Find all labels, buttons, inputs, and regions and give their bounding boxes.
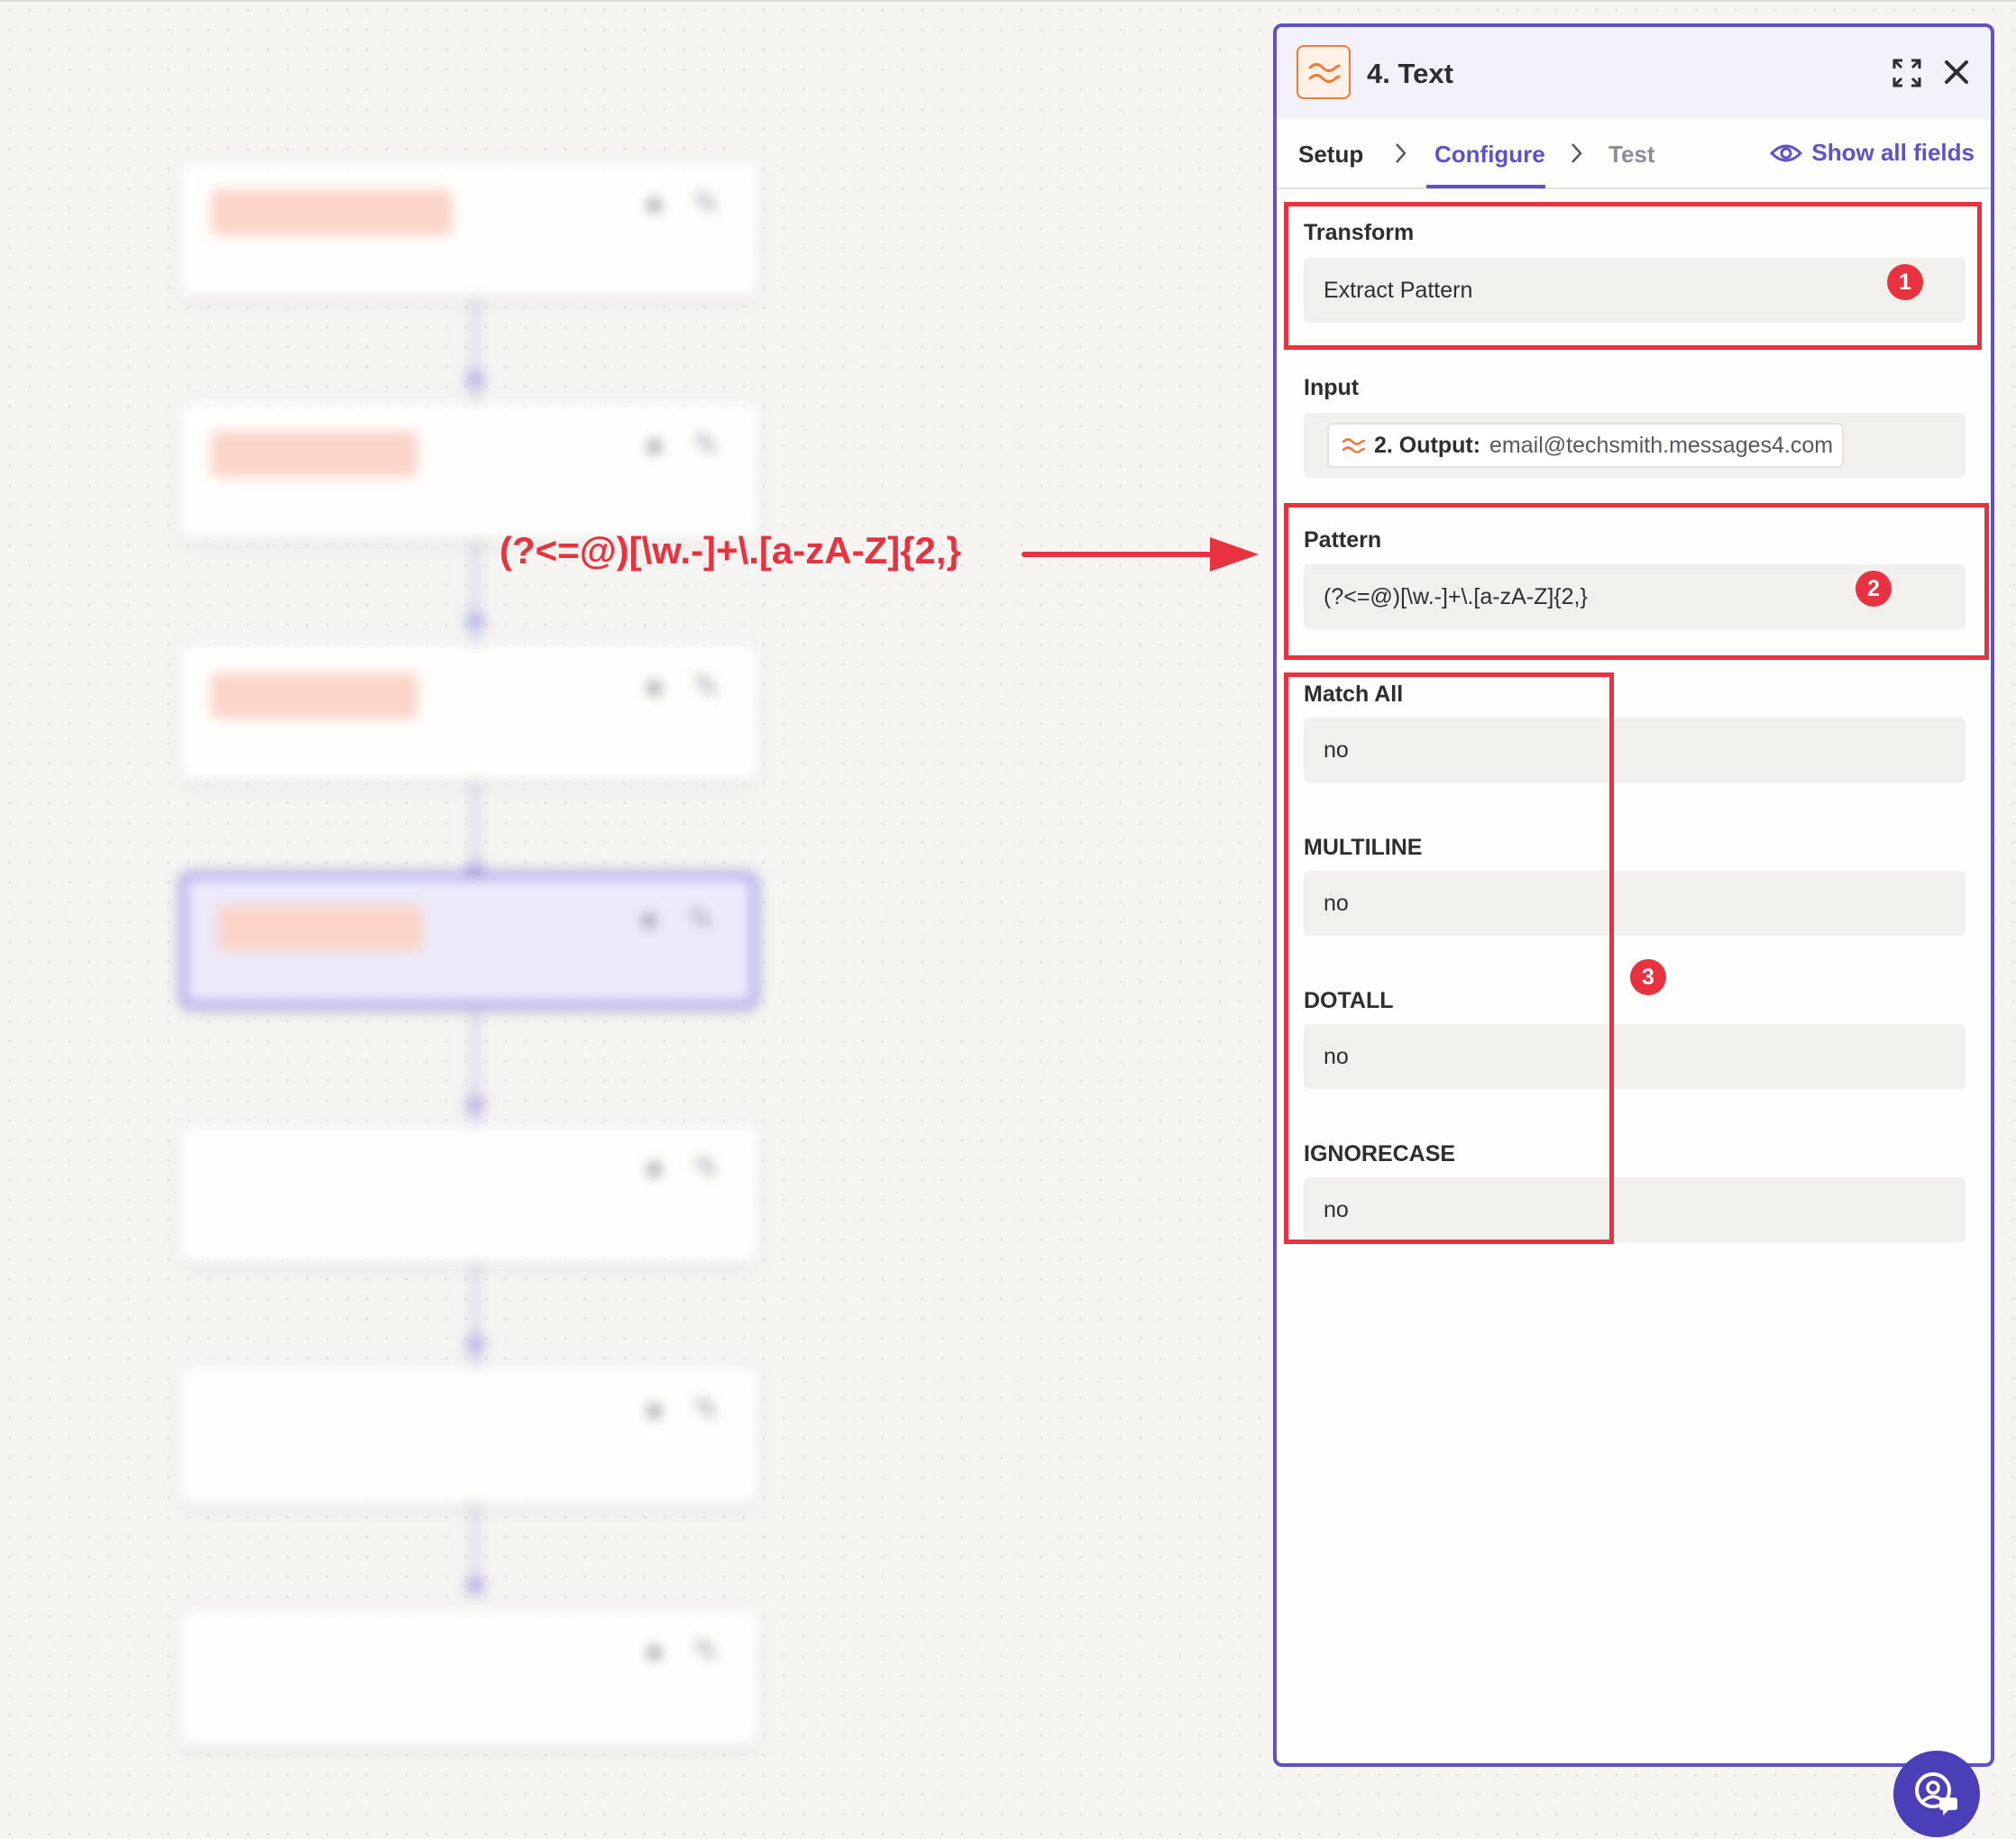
workflow-step-card[interactable]: ● ✎ (180, 1610, 757, 1745)
step-title-blurred (211, 1154, 332, 1200)
workflow-step-card[interactable]: ● ✎ (180, 162, 757, 297)
step-actions-icon: ● ✎ (645, 670, 730, 704)
panel-header: 4. Text (1277, 27, 1991, 119)
annotation-box-options (1284, 672, 1614, 1244)
annotation-box-transform (1284, 202, 1982, 350)
tab-configure[interactable]: Configure (1434, 141, 1545, 169)
step-subtitle-blurred (211, 493, 727, 524)
active-tab-indicator (1426, 185, 1545, 188)
support-chat-icon (1915, 1772, 1957, 1816)
input-chip-value: email@techsmith.messages4.com (1489, 433, 1834, 458)
panel-tabs: Setup Configure Test Show all fields (1277, 119, 1991, 189)
step-actions-icon: ● ✎ (645, 1634, 730, 1669)
step-title-blurred (211, 672, 417, 718)
step-actions-icon: ● ✎ (645, 187, 730, 221)
tab-test[interactable]: Test (1608, 141, 1655, 169)
workflow-step-card[interactable]: ● ✎ (180, 404, 757, 539)
step-title-blurred (211, 431, 417, 477)
workflow-step-card[interactable]: ● ✎ (180, 1127, 757, 1262)
step-title-blurred (216, 905, 423, 951)
panel-title: 4. Text (1367, 58, 1453, 89)
workflow-step-card[interactable]: ● ✎ (180, 645, 757, 781)
step-actions-icon: ● ✎ (645, 428, 730, 462)
workflow-step-card-active[interactable]: ● ✎ (180, 873, 757, 1008)
annotation-badge-3: 3 (1630, 959, 1666, 995)
step-actions-icon: ● ✎ (645, 1151, 730, 1185)
text-transform-icon (1342, 438, 1365, 453)
show-all-fields-button[interactable]: Show all fields (1770, 139, 1975, 167)
step-title-blurred (211, 189, 452, 235)
connector-dot (465, 1576, 485, 1596)
step-subtitle-blurred (211, 1458, 727, 1488)
step-title-blurred (211, 1637, 332, 1683)
chevron-right-icon (1396, 143, 1407, 163)
expand-icon[interactable] (1892, 58, 1922, 88)
input-chip-key: 2. Output: (1374, 433, 1481, 458)
input-field[interactable]: 2. Output: email@techsmith.messages4.com (1304, 413, 1966, 478)
step-actions-icon: ● ✎ (645, 1393, 730, 1427)
step-subtitle-blurred (211, 1699, 727, 1730)
show-all-fields-label: Show all fields (1811, 139, 1975, 166)
connector-dot (465, 1094, 485, 1114)
input-label: Input (1304, 375, 1360, 400)
connector-dot (465, 611, 485, 631)
text-transform-icon (1297, 45, 1351, 99)
annotation-badge-2: 2 (1856, 571, 1892, 607)
step-subtitle-blurred (216, 967, 721, 998)
pattern-annotation-text: (?<=@)[\w.-]+\.[a-zA-Z]{2,} (499, 529, 961, 572)
close-icon[interactable] (1944, 59, 1969, 85)
annotation-badge-1: 1 (1887, 264, 1923, 300)
eye-icon (1770, 144, 1803, 161)
step-subtitle-blurred (211, 735, 727, 765)
step-actions-icon: ● ✎ (639, 902, 725, 937)
annotation-arrow-icon (1022, 537, 1259, 572)
workflow-canvas: ● ✎ ● ✎ ● ✎ ● ✎ ● ✎ ● ✎ ● ✎ (0, 0, 1262, 1839)
chevron-right-icon (1572, 143, 1582, 163)
connector-dot (465, 370, 485, 389)
help-chat-button[interactable] (1893, 1751, 1980, 1837)
step-subtitle-blurred (211, 1216, 727, 1247)
tab-setup[interactable]: Setup (1298, 141, 1363, 169)
input-mapped-chip[interactable]: 2. Output: email@techsmith.messages4.com (1327, 423, 1845, 468)
step-subtitle-blurred (211, 252, 727, 282)
connector-dot (465, 1334, 485, 1354)
workflow-step-card[interactable]: ● ✎ (180, 1368, 757, 1504)
step-title-blurred (211, 1395, 332, 1441)
